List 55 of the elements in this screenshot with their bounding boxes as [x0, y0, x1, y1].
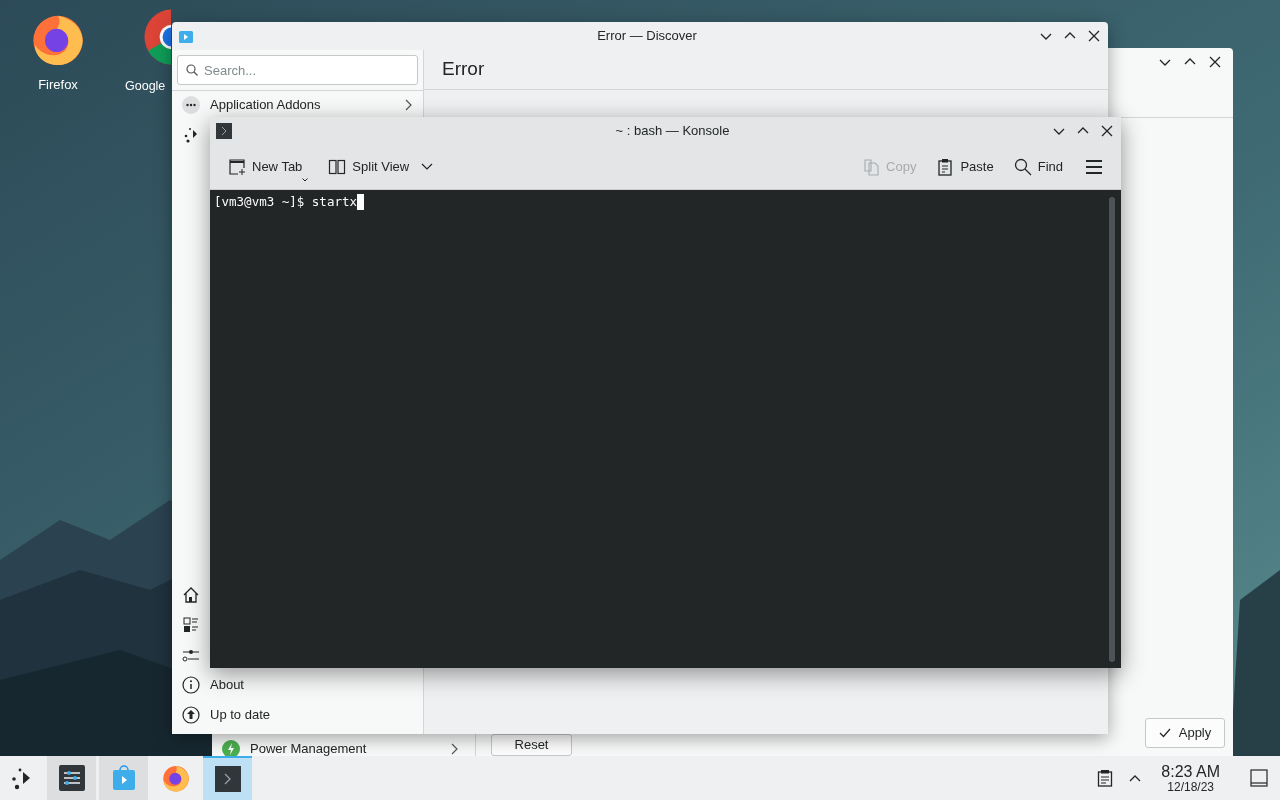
sidebar-item[interactable]: Up to date: [172, 700, 423, 730]
clock-time[interactable]: 8:23 AM: [1161, 763, 1220, 780]
text-cursor: [357, 194, 364, 211]
toolbar-button[interactable]: Find: [1009, 152, 1067, 182]
toolbar-button[interactable]: New Tab: [224, 152, 313, 182]
loading-spinner-icon: [182, 125, 200, 143]
more-icon: [182, 96, 200, 114]
reset-button[interactable]: Reset: [491, 734, 572, 756]
taskbar-item[interactable]: [203, 756, 252, 800]
home-icon[interactable]: [182, 586, 200, 604]
taskbar-item[interactable]: [47, 756, 96, 800]
search-field[interactable]: Search...: [177, 55, 418, 85]
toolbar-button[interactable]: Paste: [932, 152, 998, 182]
close-icon[interactable]: [1101, 125, 1113, 137]
apply-button[interactable]: Apply: [1145, 718, 1225, 748]
settings-icon[interactable]: [57, 764, 86, 792]
copy-icon: [862, 158, 881, 176]
firefox-icon[interactable]: [160, 763, 191, 793]
split-view-icon: [328, 158, 347, 176]
check-icon: [1158, 728, 1171, 738]
clipboard-icon[interactable]: [1097, 769, 1114, 787]
close-icon[interactable]: [1088, 30, 1100, 42]
menu-icon[interactable]: [1085, 159, 1103, 175]
window-title: ~ : bash — Konsole: [614, 122, 731, 141]
item-label: Power Management: [250, 740, 367, 756]
chevron-right-icon: [451, 743, 459, 755]
page-title: Error: [442, 57, 485, 82]
window-title: Error — Discover: [596, 27, 698, 46]
search-icon: [186, 64, 198, 76]
terminal-icon[interactable]: [214, 766, 241, 792]
sidebar-item[interactable]: Power Management: [220, 738, 465, 756]
expand-tray-icon[interactable]: [1129, 774, 1142, 782]
caret-icon: [302, 178, 309, 182]
scrollbar[interactable]: [1109, 197, 1115, 662]
sidebar-item[interactable]: About: [172, 670, 423, 700]
clock-date[interactable]: 12/18/23: [1167, 780, 1214, 793]
close-icon[interactable]: [1209, 56, 1221, 68]
search-icon: [1013, 158, 1032, 176]
show-desktop-icon[interactable]: [1250, 769, 1268, 787]
caret-icon: [421, 163, 434, 171]
list-icon[interactable]: [182, 616, 200, 634]
desktop-icon-label[interactable]: Firefox: [38, 75, 78, 95]
item-label: About: [210, 676, 244, 695]
desktop-icon-label[interactable]: Google: [125, 77, 166, 96]
terminal-icon: [216, 123, 232, 139]
shopping-bag-icon: [178, 28, 194, 44]
info-icon: [182, 676, 200, 694]
clipboard-icon: [936, 158, 955, 176]
item-label: Application Addons: [210, 96, 321, 115]
sidebar-item[interactable]: Application Addons: [172, 91, 423, 119]
item-label: Up to date: [210, 706, 270, 725]
new-tab-icon: [228, 158, 246, 176]
terminal-text: [vm3@vm3 ~]$ startx: [214, 193, 357, 211]
chevron-right-icon: [405, 99, 413, 111]
toolbar-button[interactable]: Split View: [324, 152, 438, 182]
